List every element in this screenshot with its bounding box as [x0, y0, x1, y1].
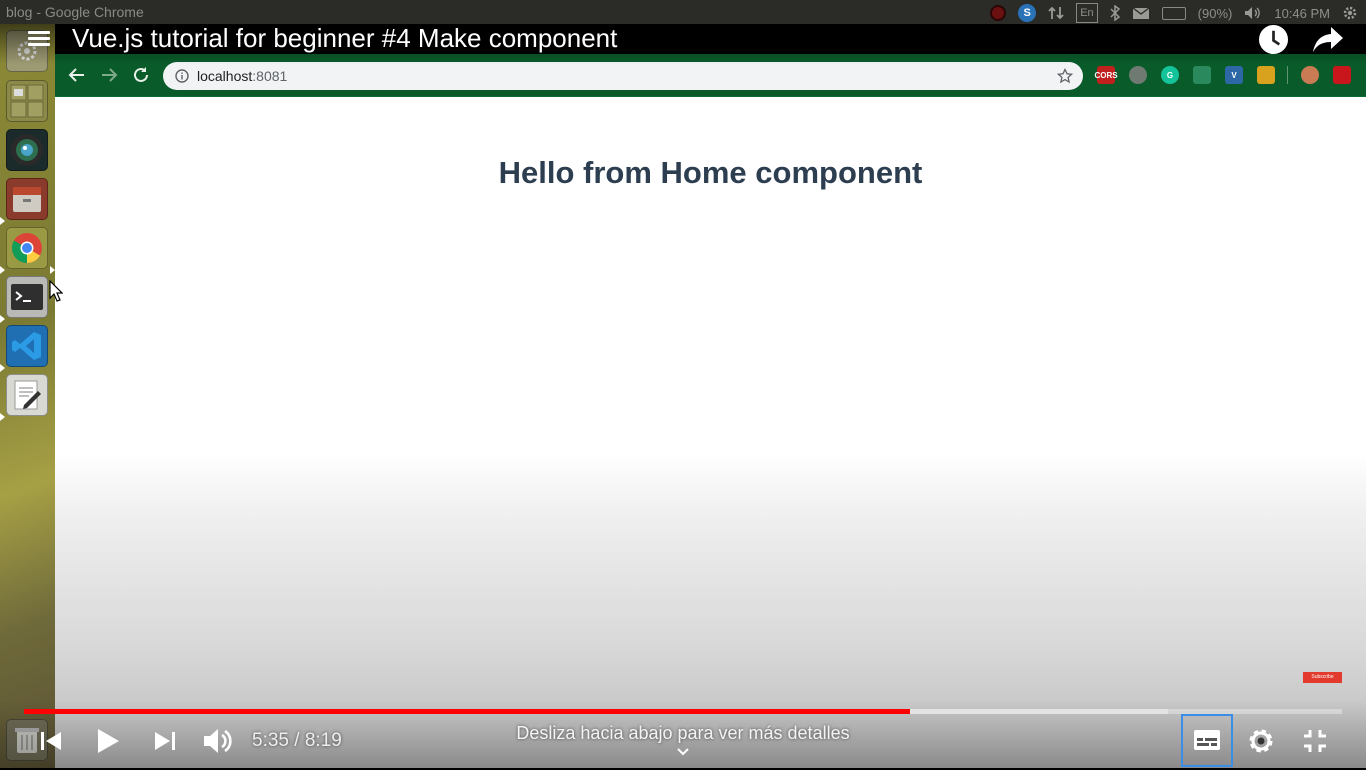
- info-icon[interactable]: [175, 69, 189, 83]
- reload-icon[interactable]: [131, 65, 151, 85]
- running-indicator: [0, 266, 5, 274]
- network-updown-icon[interactable]: [1048, 4, 1064, 22]
- files-app-icon[interactable]: [6, 178, 48, 220]
- play-icon[interactable]: [94, 725, 122, 757]
- target-extension-icon[interactable]: [1129, 66, 1147, 84]
- exit-fullscreen-icon[interactable]: [1300, 725, 1330, 757]
- running-indicator: [0, 315, 5, 323]
- progress-bar[interactable]: [24, 709, 1342, 714]
- back-arrow-icon[interactable]: [67, 65, 87, 85]
- vscode-app-icon[interactable]: [6, 325, 48, 367]
- running-indicator: [0, 217, 5, 225]
- battery-percent: (90%): [1197, 5, 1233, 21]
- share-icon[interactable]: [1312, 24, 1344, 54]
- terminal-app-icon[interactable]: [6, 276, 48, 318]
- page-content: Hello from Home component Subscribe: [55, 97, 1366, 768]
- menu-icon[interactable]: [28, 28, 50, 48]
- page-heading: Hello from Home component: [498, 155, 923, 190]
- swipe-hint[interactable]: Desliza hacia abajo para ver más detalle…: [483, 723, 883, 744]
- captions-button[interactable]: [1181, 714, 1233, 767]
- clock[interactable]: 10:46 PM: [1274, 4, 1330, 22]
- toolbar-separator: [1287, 66, 1288, 84]
- workspace-switcher-icon[interactable]: [6, 80, 48, 122]
- next-icon[interactable]: [152, 725, 178, 757]
- time-current: 5:35: [252, 730, 289, 751]
- chevron-down-icon[interactable]: [677, 747, 689, 757]
- player-title-overlay: Vue.js tutorial for beginner #4 Make com…: [0, 23, 1366, 64]
- text-editor-app-icon[interactable]: [6, 374, 48, 416]
- vue-devtools-extension-icon[interactable]: V: [1225, 66, 1243, 84]
- forward-arrow-icon[interactable]: [99, 65, 119, 85]
- chrome-app-icon[interactable]: [6, 227, 48, 269]
- bluetooth-icon[interactable]: [1110, 4, 1120, 22]
- progress-played: [24, 709, 910, 714]
- previous-icon[interactable]: [38, 725, 64, 757]
- window-title: blog - Google Chrome: [6, 4, 144, 20]
- volume-icon[interactable]: [1244, 4, 1262, 22]
- keyboard-layout-indicator[interactable]: En: [1076, 3, 1098, 23]
- record-indicator-icon[interactable]: [990, 4, 1007, 22]
- url-host: localhost: [197, 68, 253, 84]
- mouse-pointer-icon: [49, 280, 63, 302]
- settings-gear-icon[interactable]: [1246, 725, 1276, 757]
- upload-extension-icon[interactable]: [1333, 66, 1351, 84]
- system-tray: S En (90%) 10:46 PM: [990, 3, 1358, 23]
- power-gear-icon[interactable]: [1342, 4, 1358, 22]
- pencil-extension-icon[interactable]: [1257, 66, 1275, 84]
- cors-extension-icon[interactable]: CORS: [1094, 66, 1118, 84]
- volume-icon[interactable]: [202, 725, 234, 757]
- battery-icon[interactable]: [1161, 4, 1186, 22]
- bookmark-star-icon[interactable]: [1057, 68, 1073, 84]
- camera-app-icon[interactable]: [6, 129, 48, 171]
- os-top-panel: blog - Google Chrome S En (90%) 10:46 PM: [0, 0, 1366, 24]
- avatar-extension-icon[interactable]: [1301, 66, 1319, 84]
- mail-icon[interactable]: [1132, 4, 1150, 22]
- url-text[interactable]: localhost:8081: [197, 68, 287, 84]
- time-separator: /: [294, 730, 300, 751]
- subscribe-badge[interactable]: Subscribe: [1303, 672, 1342, 683]
- skype-icon[interactable]: S: [1018, 4, 1037, 22]
- video-title[interactable]: Vue.js tutorial for beginner #4 Make com…: [72, 23, 617, 54]
- captions-icon: [1194, 730, 1220, 750]
- url-port: :8081: [252, 68, 288, 84]
- time-display: 5:35 / 8:19: [252, 730, 342, 752]
- running-indicator: [0, 364, 5, 372]
- time-total: 8:19: [304, 730, 342, 751]
- grammarly-extension-icon[interactable]: G: [1161, 66, 1179, 84]
- running-indicator: [0, 413, 5, 421]
- ubuntu-launcher: [0, 24, 55, 768]
- address-bar[interactable]: localhost:8081: [163, 62, 1083, 90]
- react-devtools-extension-icon[interactable]: [1193, 66, 1211, 84]
- watch-later-icon[interactable]: [1258, 24, 1289, 55]
